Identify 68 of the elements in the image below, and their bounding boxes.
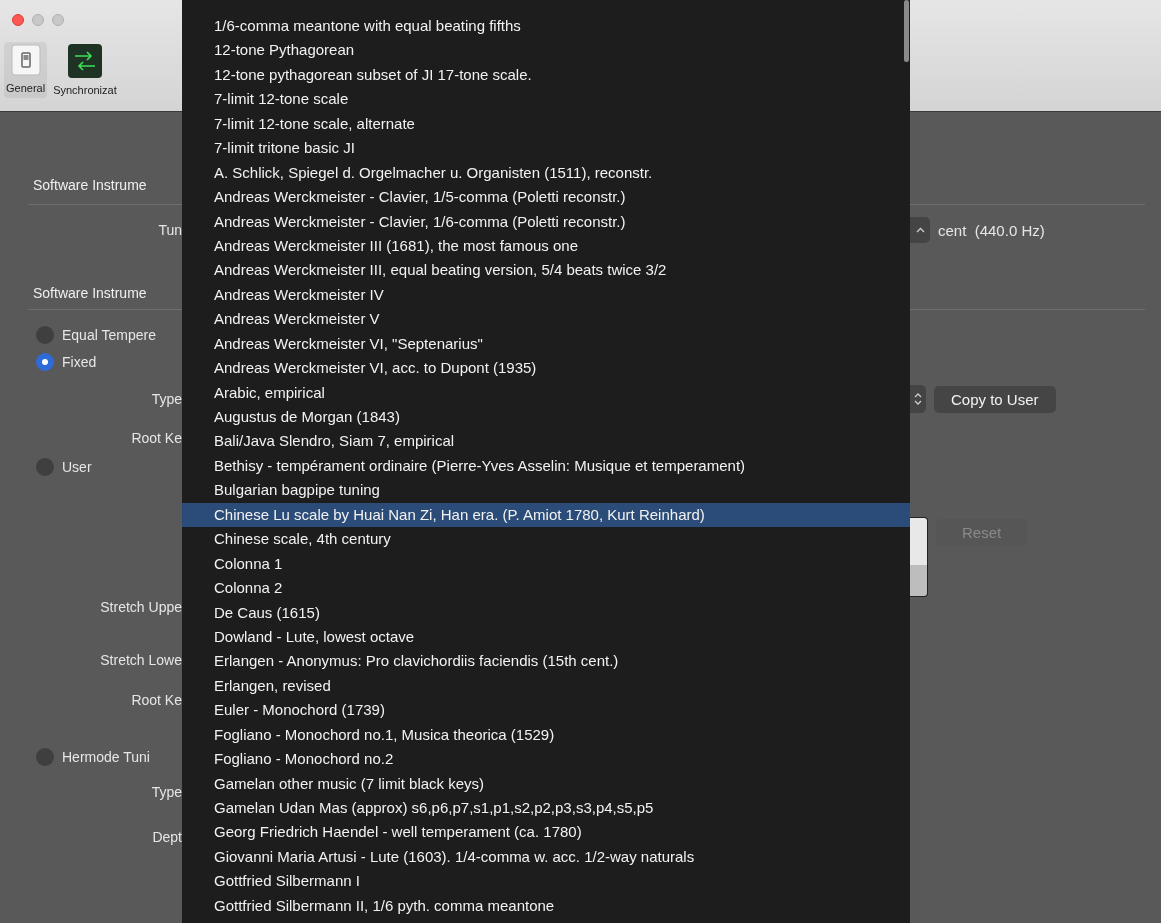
field-label: Type bbox=[151, 391, 182, 407]
menu-item[interactable]: Andreas Werckmeister III (1681), the most famous one bbox=[182, 233, 910, 259]
section-title: Software Instrume bbox=[33, 176, 147, 193]
field-label: Dept bbox=[152, 829, 182, 845]
chevron-up-icon bbox=[915, 227, 925, 233]
menu-item[interactable]: Andreas Werckmeister V bbox=[182, 307, 910, 332]
menu-item[interactable]: Giovanni Maria Artusi - Lute (1603). 1/4-comma w. acc. 1/2-way naturals bbox=[182, 844, 910, 870]
menu-item[interactable]: Bethisy - tempérament ordinaire (Pierre-Yves Asselin: Musique et temperament) bbox=[182, 453, 910, 479]
field-label: Root Ke bbox=[131, 430, 182, 446]
field-label: Root Ke bbox=[131, 692, 182, 708]
menu-item[interactable]: 7-limit 12-tone scale, alternate bbox=[182, 111, 910, 137]
menu-item[interactable]: Andreas Werckmeister VI, "Septenarius" bbox=[182, 331, 910, 357]
menu-item[interactable]: Georg Friedrich Haendel - well temperament (ca. 1780) bbox=[182, 820, 910, 845]
menu-item[interactable]: Bali/Java Slendro, Siam 7, empirical bbox=[182, 429, 910, 454]
radio-button[interactable] bbox=[36, 458, 54, 476]
stepper[interactable] bbox=[910, 217, 930, 243]
menu-item[interactable]: Colonna 2 bbox=[182, 576, 910, 601]
radio-label: Fixed bbox=[62, 354, 97, 370]
menu-item[interactable]: Andreas Werckmeister - Clavier, 1/5-comma (Poletti reconstr.) bbox=[182, 185, 910, 210]
section-title: Software Instrume bbox=[33, 284, 147, 301]
menu-item[interactable]: De Caus (1615) bbox=[182, 600, 910, 625]
menu-item[interactable]: Andreas Werckmeister - Clavier, 1/6-comma (Poletti reconstr.) bbox=[182, 209, 910, 234]
menu-item[interactable]: Erlangen, revised bbox=[182, 673, 910, 699]
menu-item[interactable]: Augustus de Morgan (1843) bbox=[182, 405, 910, 430]
menu-item[interactable]: Chinese scale, 4th century bbox=[182, 527, 910, 552]
menu-item[interactable]: Gamelan Udan Mas (approx) s6,p6,p7,s1,p1,s2,p2,p3,s3,p4,s5,p5 bbox=[182, 796, 910, 821]
updown-icon bbox=[914, 392, 922, 406]
field-label: Tun bbox=[158, 222, 182, 238]
field-label: Stretch Uppe bbox=[100, 599, 182, 615]
menu-item[interactable]: Fogliano - Monochord no.1, Musica theorica (1529) bbox=[182, 722, 910, 748]
menu-item[interactable]: Arabic, empirical bbox=[182, 380, 910, 405]
toolbar-tab[interactable]: General bbox=[4, 42, 48, 98]
menu-item[interactable]: Colonna 1 bbox=[182, 551, 910, 577]
radio-button[interactable] bbox=[36, 326, 54, 344]
menu-item[interactable]: Euler - Monochord (1739) bbox=[182, 698, 910, 723]
menu-item[interactable]: A. Schlick, Spiegel d. Orgelmacher u. Organisten (1511), reconstr. bbox=[182, 160, 910, 186]
field-label: Stretch Lowe bbox=[100, 652, 182, 668]
menu-item[interactable]: Chinese Lu scale by Huai Nan Zi, Han era. (P. Amiot 1780, Kurt Reinhard) bbox=[182, 502, 910, 528]
menu-item[interactable]: Gamelan other music (7 limit black keys) bbox=[182, 771, 910, 796]
menu-item[interactable]: 1/6-comma meantone with equal beating fifths bbox=[182, 14, 910, 39]
menu-item[interactable]: Bulgarian bagpipe tuning bbox=[182, 478, 910, 503]
menu-item[interactable]: Andreas Werckmeister IV bbox=[182, 282, 910, 308]
unit-label: cent (440.0 Hz) bbox=[938, 221, 1045, 239]
switch-icon bbox=[10, 44, 41, 76]
popup-button[interactable] bbox=[910, 385, 926, 413]
menu-item[interactable]: 7-limit 12-tone scale bbox=[182, 87, 910, 112]
radio-label: Hermode Tuni bbox=[62, 749, 150, 765]
menu-item[interactable]: Gottfried Silbermann II, 1/6 pyth. comma meantone bbox=[182, 893, 910, 919]
radio-button[interactable] bbox=[36, 748, 54, 766]
minimize-button[interactable] bbox=[32, 14, 44, 26]
menu-item[interactable]: Erlangen - Anonymus: Pro clavichordiis faciendis (15th cent.) bbox=[182, 649, 910, 674]
menu-item[interactable]: Gottfried Silbermann I bbox=[182, 869, 910, 894]
menu-item[interactable]: 12-tone Pythagorean bbox=[182, 38, 910, 63]
field-label: Type bbox=[151, 784, 182, 800]
menu-item[interactable]: 7-limit tritone basic JI bbox=[182, 136, 910, 161]
toolbar-tab[interactable]: Synchronizat bbox=[51, 42, 119, 98]
copy-button[interactable]: Copy to User bbox=[934, 385, 1056, 413]
arrows-icon bbox=[67, 44, 102, 78]
menu-item[interactable]: Dowland - Lute, lowest octave bbox=[182, 624, 910, 650]
menu-item[interactable]: Fogliano - Monochord no.2 bbox=[182, 747, 910, 772]
radio-label: Equal Tempere bbox=[62, 327, 156, 343]
menu-item[interactable]: Andreas Werckmeister III, equal beating version, 5/4 beats twice 3/2 bbox=[182, 258, 910, 283]
radio-button[interactable] bbox=[36, 353, 54, 371]
radio-label: User bbox=[62, 459, 92, 475]
zoom-button[interactable] bbox=[52, 14, 64, 26]
close-button[interactable] bbox=[12, 14, 24, 26]
menu-item[interactable]: 12-tone pythagorean subset of JI 17-tone scale. bbox=[182, 62, 910, 88]
menu-item[interactable]: Andreas Werckmeister VI, acc. to Dupont (1935) bbox=[182, 356, 910, 381]
